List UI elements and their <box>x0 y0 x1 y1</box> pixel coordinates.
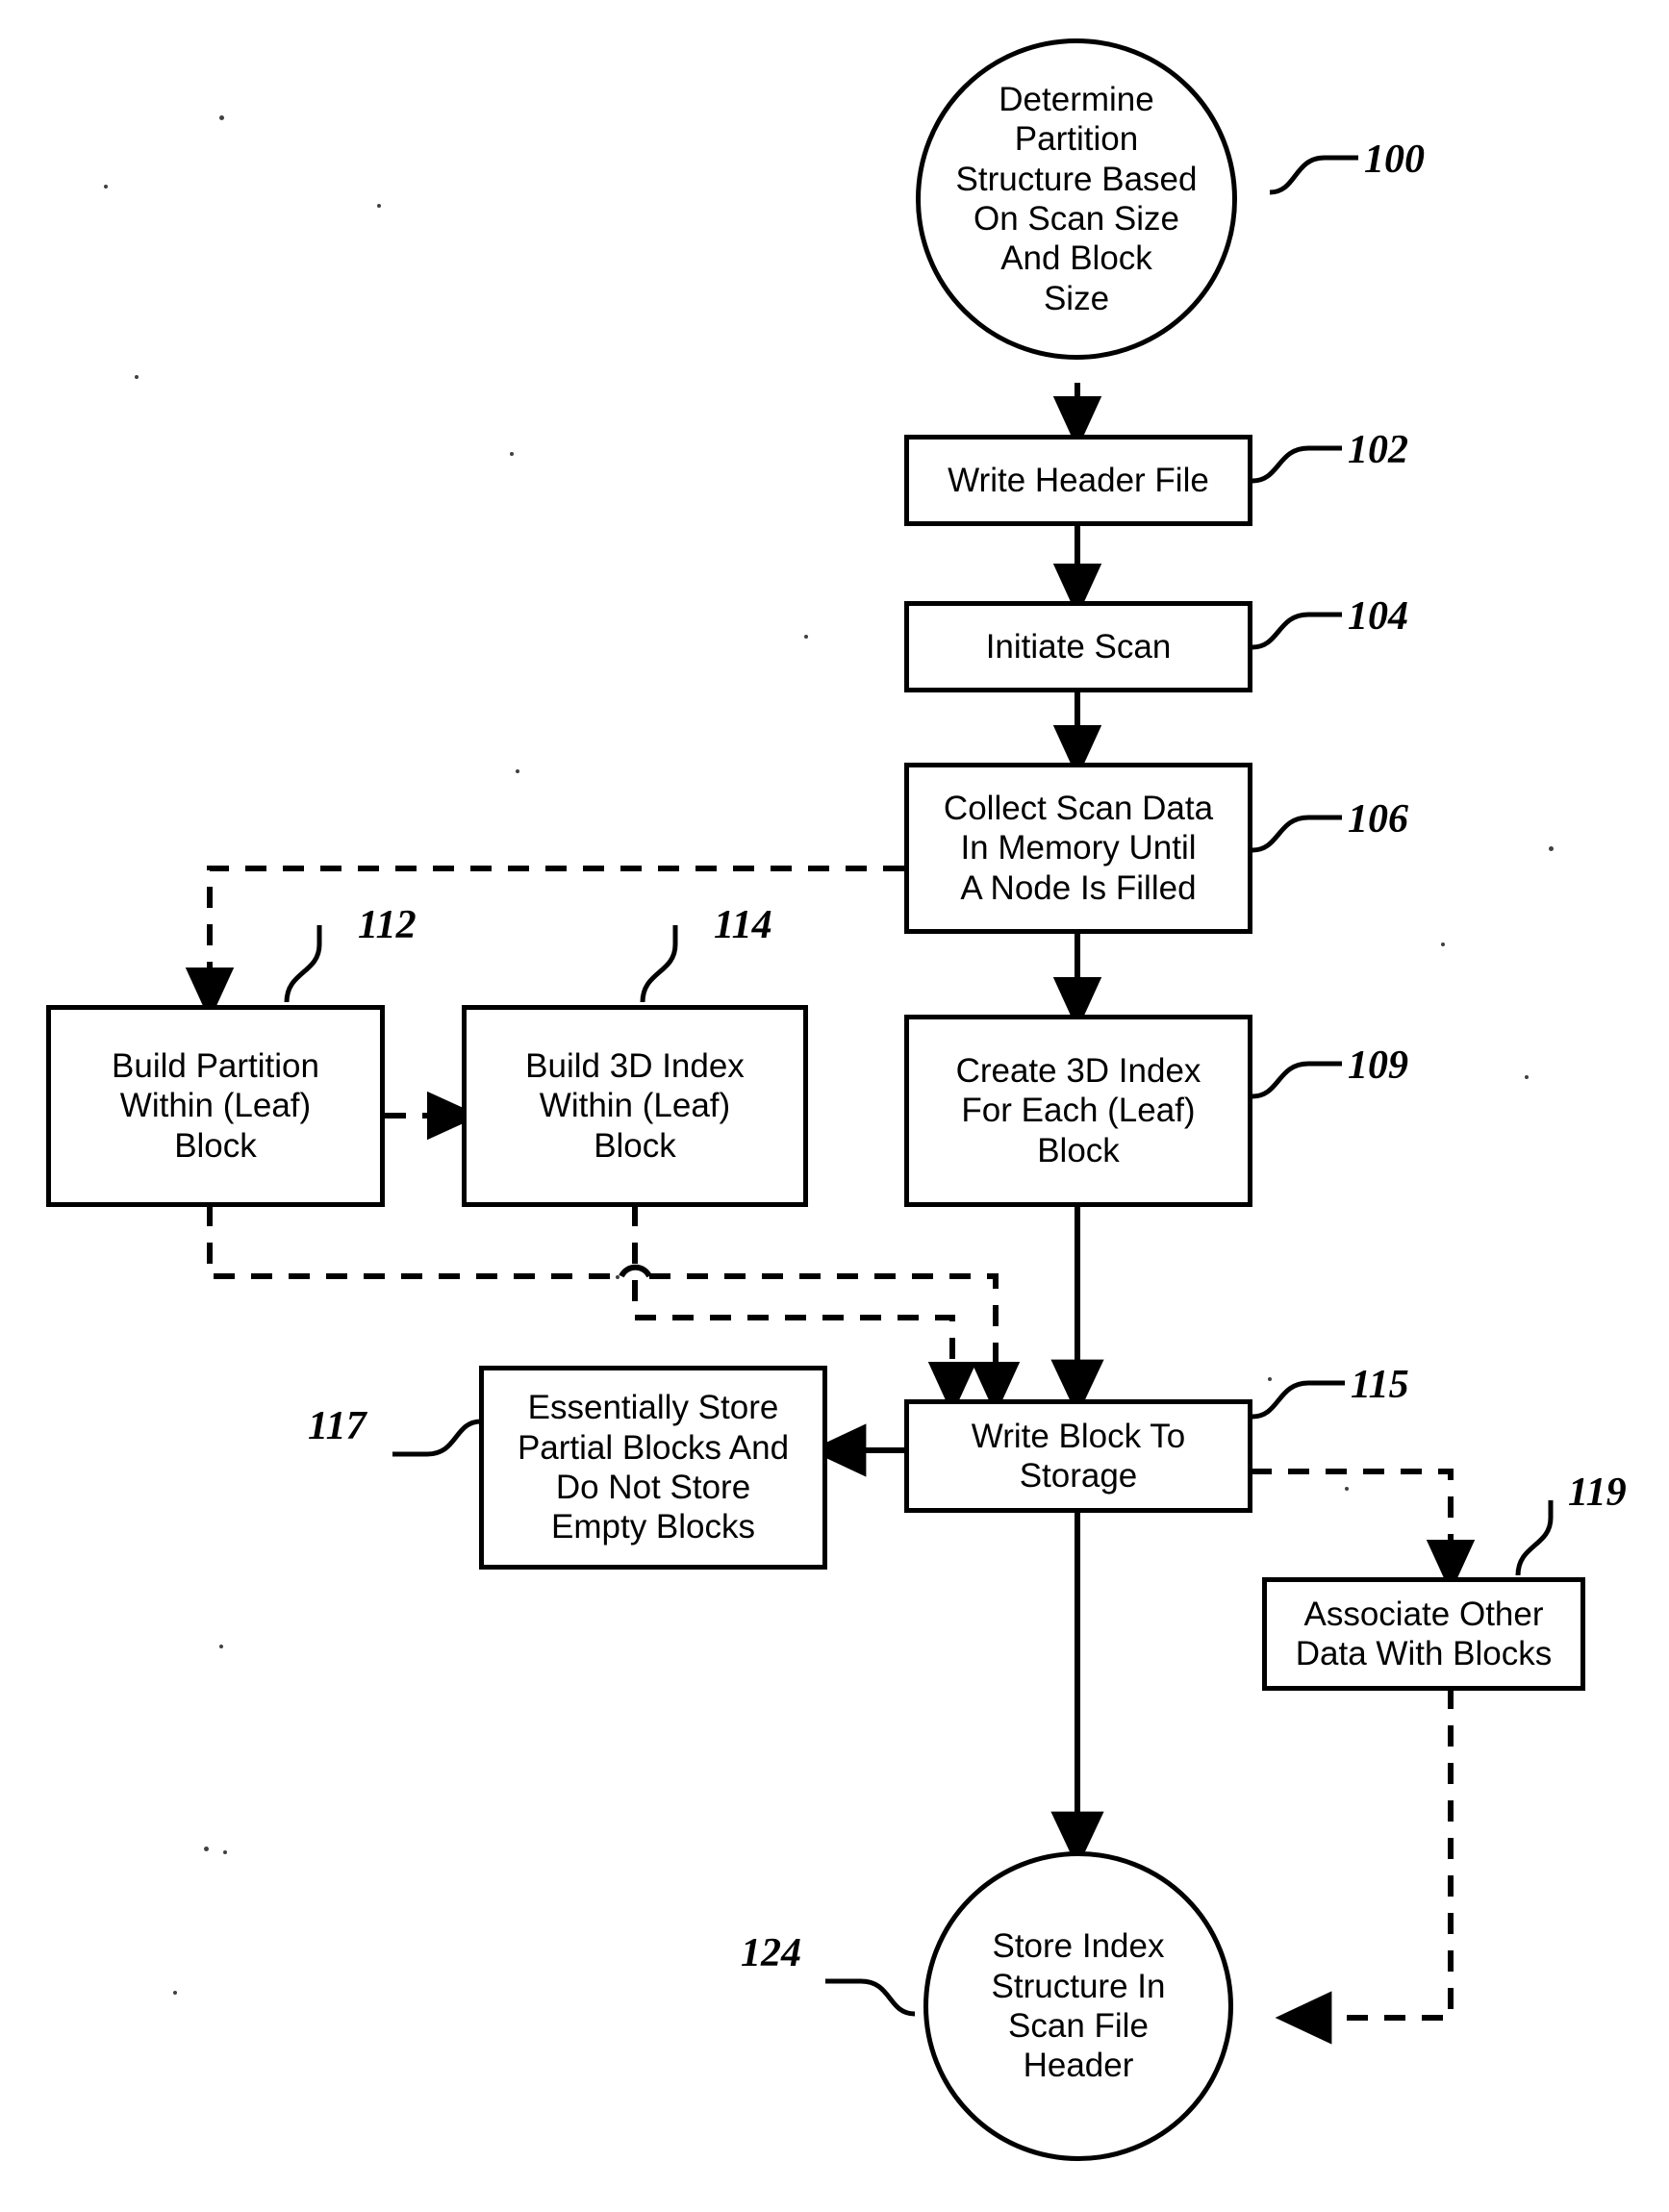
ref-number-119: 119 <box>1568 1470 1627 1515</box>
leader-119 <box>1515 1500 1554 1576</box>
leader-104 <box>1252 612 1342 650</box>
ref-number-124: 124 <box>741 1931 801 1975</box>
scan-speck <box>1345 1487 1349 1491</box>
node-store-index-structure[interactable]: Store Index Structure In Scan File Heade… <box>923 1851 1233 2161</box>
leader-102 <box>1252 445 1342 484</box>
node-label: Store Index Structure In Scan File Heade… <box>991 1927 1166 2085</box>
edge-112-to-115 <box>207 1205 621 1279</box>
node-label: Collect Scan Data In Memory Until A Node… <box>943 790 1214 907</box>
node-build-3d-index-within-leaf-block[interactable]: Build 3D Index Within (Leaf) Block <box>462 1005 808 1207</box>
ref-number-115: 115 <box>1351 1363 1409 1407</box>
node-build-partition-within-leaf-block[interactable]: Build Partition Within (Leaf) Block <box>46 1005 385 1207</box>
ref-number-102: 102 <box>1348 428 1408 472</box>
node-essentially-store-partial-blocks[interactable]: Essentially Store Partial Blocks And Do … <box>479 1366 827 1570</box>
edge-106-to-112 <box>185 866 904 1021</box>
ref-number-112: 112 <box>358 903 417 947</box>
scan-speck <box>510 452 514 456</box>
ref-number-117: 117 <box>308 1404 367 1448</box>
scan-speck <box>1268 1377 1272 1381</box>
scan-speck <box>516 769 519 773</box>
node-label: Create 3D Index For Each (Leaf) Block <box>955 1052 1201 1169</box>
edge-115-to-119 <box>1251 1469 1476 1594</box>
leader-109 <box>1252 1061 1342 1099</box>
scan-speck <box>223 1850 227 1854</box>
node-write-block-to-storage[interactable]: Write Block To Storage <box>904 1399 1252 1513</box>
node-label: Write Header File <box>948 461 1209 499</box>
node-label: Build 3D Index Within (Leaf) Block <box>525 1047 745 1165</box>
edge-119-to-124 <box>1275 1688 1454 2045</box>
node-label: Determine Partition Structure Based On S… <box>955 81 1198 317</box>
scan-speck <box>135 375 139 379</box>
scan-speck <box>616 1275 620 1279</box>
node-label: Essentially Store Partial Blocks And Do … <box>517 1389 790 1546</box>
leader-112 <box>284 925 322 1003</box>
leader-124 <box>825 1978 916 2017</box>
scan-speck <box>377 204 381 208</box>
ref-number-106: 106 <box>1348 797 1408 842</box>
node-initiate-scan[interactable]: Initiate Scan <box>904 601 1252 692</box>
node-label: Write Block To Storage <box>971 1417 1186 1495</box>
flowchart-canvas: Determine Partition Structure Based On S… <box>0 0 1669 2212</box>
scan-speck <box>219 1645 223 1648</box>
ref-number-100: 100 <box>1364 138 1425 182</box>
leader-106 <box>1252 815 1342 853</box>
leader-117 <box>392 1419 482 1457</box>
scan-speck <box>1525 1075 1529 1079</box>
scan-speck <box>1441 943 1445 946</box>
node-label: Initiate Scan <box>985 627 1172 666</box>
scan-speck <box>804 635 808 639</box>
scan-speck <box>219 115 224 120</box>
node-create-3d-index-for-each-leaf-block[interactable]: Create 3D Index For Each (Leaf) Block <box>904 1015 1252 1207</box>
scan-speck <box>173 1991 177 1995</box>
node-determine-partition-structure[interactable]: Determine Partition Structure Based On S… <box>916 38 1237 360</box>
line-hop <box>619 1264 652 1278</box>
ref-number-109: 109 <box>1348 1043 1408 1088</box>
node-label: Build Partition Within (Leaf) Block <box>112 1047 319 1165</box>
scan-speck <box>104 185 108 189</box>
scan-speck <box>204 1847 209 1851</box>
leader-115 <box>1252 1380 1345 1420</box>
node-label: Associate Other Data With Blocks <box>1295 1595 1553 1672</box>
leader-100 <box>1269 155 1358 195</box>
leader-114 <box>640 925 678 1003</box>
node-associate-other-data-with-blocks[interactable]: Associate Other Data With Blocks <box>1262 1577 1585 1691</box>
node-write-header-file[interactable]: Write Header File <box>904 435 1252 526</box>
node-collect-scan-data[interactable]: Collect Scan Data In Memory Until A Node… <box>904 763 1252 934</box>
scan-speck <box>1549 846 1554 851</box>
ref-number-114: 114 <box>714 903 772 947</box>
ref-number-104: 104 <box>1348 594 1408 639</box>
